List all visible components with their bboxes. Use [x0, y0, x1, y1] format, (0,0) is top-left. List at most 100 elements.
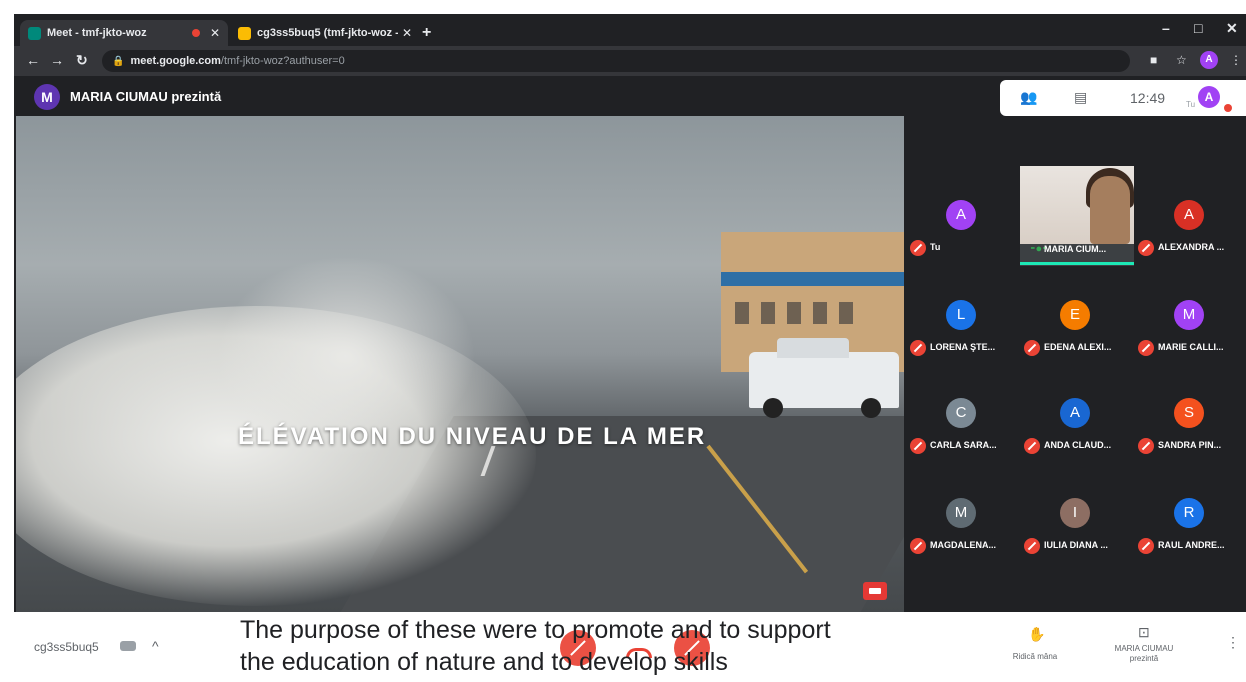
lock-icon: 🔒 [112, 55, 125, 67]
tab-meet[interactable]: Meet - tmf-jkto-woz ✕ [20, 20, 228, 46]
mic-off-icon [910, 340, 926, 356]
caption-line: the education of nature and to develop s… [240, 648, 728, 676]
participant-name: ANDA CLAUD... [1044, 440, 1112, 450]
url-path: /tmf-jkto-woz?authuser=0 [220, 55, 345, 67]
youtube-icon[interactable] [863, 582, 887, 600]
browser-tab-strip: Meet - tmf-jkto-woz ✕ cg3ss5buq5 (tmf-jk… [14, 14, 1246, 46]
more-options-icon[interactable]: ⋮ [1226, 634, 1240, 651]
notification-dot [1224, 104, 1232, 112]
building-window [813, 302, 827, 324]
address-bar[interactable]: 🔒 meet.google.com /tmf-jkto-woz?authuser… [102, 50, 1130, 72]
people-icon[interactable]: 👥 [1020, 89, 1037, 106]
participant-tile-camera[interactable]: ⁃●⁃ MARIA CIUM... [1020, 166, 1134, 266]
participant-name: LORENA ŞTE... [930, 342, 996, 352]
meeting-details-icon[interactable] [120, 641, 136, 651]
profile-avatar[interactable]: A [1200, 51, 1218, 69]
camera-icon[interactable]: ■ [1150, 53, 1157, 67]
self-label: Tu [1186, 100, 1196, 109]
participant-name: CARLA SARA... [930, 440, 997, 450]
tab-title: Meet - tmf-jkto-woz [47, 27, 147, 39]
participant-avatar: M [946, 498, 976, 528]
chat-icon[interactable]: ▤ [1074, 89, 1087, 106]
participant-name: MARIE CALLI... [1158, 342, 1224, 352]
back-icon[interactable]: ← [26, 52, 40, 68]
tab-second[interactable]: cg3ss5buq5 (tmf-jkto-woz - 30 : ✕ [230, 20, 420, 46]
new-tab-icon[interactable]: + [422, 24, 431, 42]
close-tab-icon[interactable]: ✕ [210, 26, 220, 40]
meeting-info-panel: 👥 ▤ 12:49 Tu A [1000, 80, 1246, 116]
tab-title: cg3ss5buq5 (tmf-jkto-woz - 30 : [257, 27, 398, 39]
active-speaker-bar [1020, 262, 1134, 265]
participant-name: IULIA DIANA ... [1044, 540, 1108, 550]
participant-tile[interactable]: R RAUL ANDRE... [1132, 464, 1246, 564]
participant-tile[interactable]: M MAGDALENA... [904, 464, 1018, 564]
participant-avatar: A [1060, 398, 1090, 428]
participant-avatar: S [1174, 398, 1204, 428]
participant-name: SANDRA PIN... [1158, 440, 1222, 450]
truck-cab [777, 338, 849, 358]
raise-hand-icon[interactable]: ✋ [1028, 626, 1045, 643]
minimize-icon[interactable]: – [1162, 20, 1170, 36]
participant-tile[interactable]: E EDENA ALEXI... [1018, 266, 1132, 366]
truck-wheel [861, 398, 881, 418]
meeting-code: cg3ss5buq5 [34, 640, 99, 654]
star-icon[interactable]: ☆ [1176, 53, 1187, 67]
participant-name: EDENA ALEXI... [1044, 342, 1112, 352]
participant-avatar: A [1174, 200, 1204, 230]
recording-dot-icon [191, 29, 200, 37]
participant-face [1090, 176, 1130, 244]
participant-avatar: A [946, 200, 976, 230]
mic-off-icon [1024, 340, 1040, 356]
mic-off-icon [1138, 240, 1154, 256]
slide-title: ÉLÉVATION DU NIVEAU DE LA MER [238, 423, 707, 450]
building-window [761, 302, 775, 324]
meet-bottom-bar: cg3ss5buq5 ^ The purpose of these were t… [14, 612, 1246, 682]
mic-off-icon [910, 538, 926, 554]
participant-tile[interactable]: A ALEXANDRA ... [1132, 166, 1246, 266]
participant-video [1020, 166, 1134, 244]
reload-icon[interactable]: ↻ [76, 52, 88, 69]
close-tab-icon[interactable]: ✕ [402, 26, 412, 40]
participant-tile[interactable]: C CARLA SARA... [904, 364, 1018, 464]
forward-icon[interactable]: → [50, 52, 64, 68]
mic-off-icon [1024, 438, 1040, 454]
mic-off-icon [1024, 538, 1040, 554]
self-avatar[interactable]: A [1198, 86, 1220, 108]
building-window [787, 302, 801, 324]
tab-favicon-icon [238, 26, 251, 40]
participant-avatar: R [1174, 498, 1204, 528]
raise-hand-label: Ridică mâna [1012, 652, 1058, 661]
live-caption: The purpose of these were to promote and… [240, 614, 1000, 678]
close-window-icon[interactable]: ✕ [1226, 20, 1238, 37]
truck-wheel [763, 398, 783, 418]
participant-tile[interactable]: A Tu [904, 166, 1018, 266]
clock: 12:49 [1130, 90, 1166, 106]
presentation-video[interactable]: ÉLÉVATION DU NIVEAU DE LA MER [16, 116, 904, 612]
meet-favicon-icon [28, 26, 41, 40]
participant-tile[interactable]: M MARIE CALLI... [1132, 266, 1246, 366]
menu-icon[interactable]: ⋮ [1230, 53, 1242, 67]
participant-tile[interactable]: A ANDA CLAUD... [1018, 364, 1132, 464]
participant-tile[interactable]: S SANDRA PIN... [1132, 364, 1246, 464]
participant-grid: A Tu ⁃●⁃ MARIA CIUM... A ALEXANDRA ... L… [904, 166, 1246, 580]
present-icon[interactable]: ⊡ [1138, 624, 1150, 641]
participant-avatar: I [1060, 498, 1090, 528]
browser-toolbar: ← → ↻ 🔒 meet.google.com /tmf-jkto-woz?au… [14, 46, 1246, 76]
chevron-up-icon[interactable]: ^ [152, 638, 159, 654]
building-stripe [721, 272, 904, 286]
participant-name: MAGDALENA... [930, 540, 996, 550]
pickup-truck [749, 338, 899, 418]
mic-off-icon [910, 438, 926, 454]
participant-tile[interactable]: L LORENA ŞTE... [904, 266, 1018, 366]
presenting-label: MARIA CIUMAU prezintă [1114, 644, 1174, 663]
participant-name: RAUL ANDRE... [1158, 540, 1225, 550]
participant-avatar: L [946, 300, 976, 330]
participant-name: ALEXANDRA ... [1158, 242, 1225, 252]
screen: Meet - tmf-jkto-woz ✕ cg3ss5buq5 (tmf-jk… [14, 14, 1246, 682]
presenter-avatar: M [34, 84, 60, 110]
url-host: meet.google.com [130, 55, 221, 67]
participant-avatar: M [1174, 300, 1204, 330]
participant-tile[interactable]: I IULIA DIANA ... [1018, 464, 1132, 564]
maximize-icon[interactable]: □ [1194, 20, 1202, 36]
building-window [735, 302, 749, 324]
